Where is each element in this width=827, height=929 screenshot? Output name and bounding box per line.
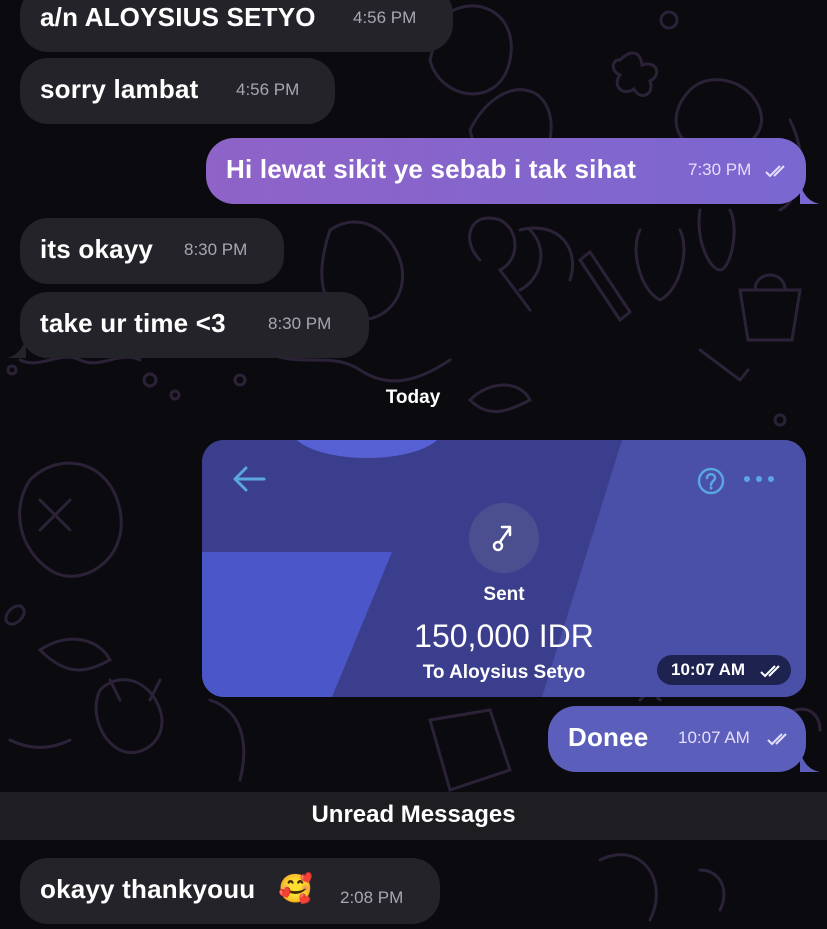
message-time: 4:56 PM — [353, 8, 417, 27]
message-time: 2:08 PM — [340, 888, 404, 907]
transfer-status: Sent — [483, 584, 525, 605]
date-separator: Today — [385, 387, 441, 408]
message-time: 8:30 PM — [268, 314, 332, 333]
message-time: 10:07 AM — [671, 660, 746, 679]
message-bubble-outgoing[interactable]: Donee 10:07 AM — [548, 706, 806, 772]
message-time: 4:56 PM — [236, 80, 300, 99]
unread-messages-divider: Unread Messages — [0, 792, 827, 840]
read-receipt-icon — [765, 165, 785, 178]
message-bubble-incoming[interactable]: its okayy 8:30 PM — [20, 218, 284, 284]
photo-timestamp: 10:07 AM — [657, 655, 791, 685]
message-bubble-incoming[interactable]: a/n ALOYSIUS SETYO 4:56 PM — [20, 0, 453, 52]
message-text: a/n ALOYSIUS SETYO — [40, 2, 316, 32]
message-bubble-outgoing[interactable]: Hi lewat sikit ye sebab i tak sihat 7:30… — [206, 138, 806, 204]
message-text: okayy thankyouu — [40, 874, 256, 904]
message-text: its okayy — [40, 234, 154, 264]
bubble-tail — [800, 184, 820, 204]
back-arrow-icon[interactable] — [232, 464, 266, 494]
message-bubble-incoming[interactable]: take ur time <3 8:30 PM — [20, 292, 369, 358]
message-time: 8:30 PM — [184, 240, 248, 259]
message-text: Hi lewat sikit ye sebab i tak sihat — [226, 154, 637, 184]
bubble-tail — [800, 752, 820, 772]
more-icon[interactable] — [742, 474, 776, 484]
emoji: 🥰 — [278, 873, 313, 904]
unread-label: Unread Messages — [311, 801, 516, 828]
message-time: 7:30 PM — [688, 160, 752, 179]
read-receipt-icon — [767, 733, 787, 746]
message-bubble-incoming[interactable]: okayy thankyouu 🥰 2:08 PM — [20, 858, 440, 924]
sent-arrow-icon — [469, 503, 539, 573]
message-time: 10:07 AM — [678, 728, 750, 747]
read-receipt-icon — [760, 665, 780, 678]
photo-message[interactable]: Sent 150,000 IDR To Aloysius Setyo 10:07… — [202, 440, 806, 697]
transfer-amount: 150,000 IDR — [414, 618, 594, 654]
message-bubble-incoming[interactable]: sorry lambat 4:56 PM — [20, 58, 335, 124]
message-text: sorry lambat — [40, 74, 199, 104]
message-text: Donee — [568, 722, 649, 752]
bubble-tail — [6, 338, 26, 358]
message-text: take ur time <3 — [40, 308, 226, 338]
help-icon[interactable] — [696, 466, 726, 496]
